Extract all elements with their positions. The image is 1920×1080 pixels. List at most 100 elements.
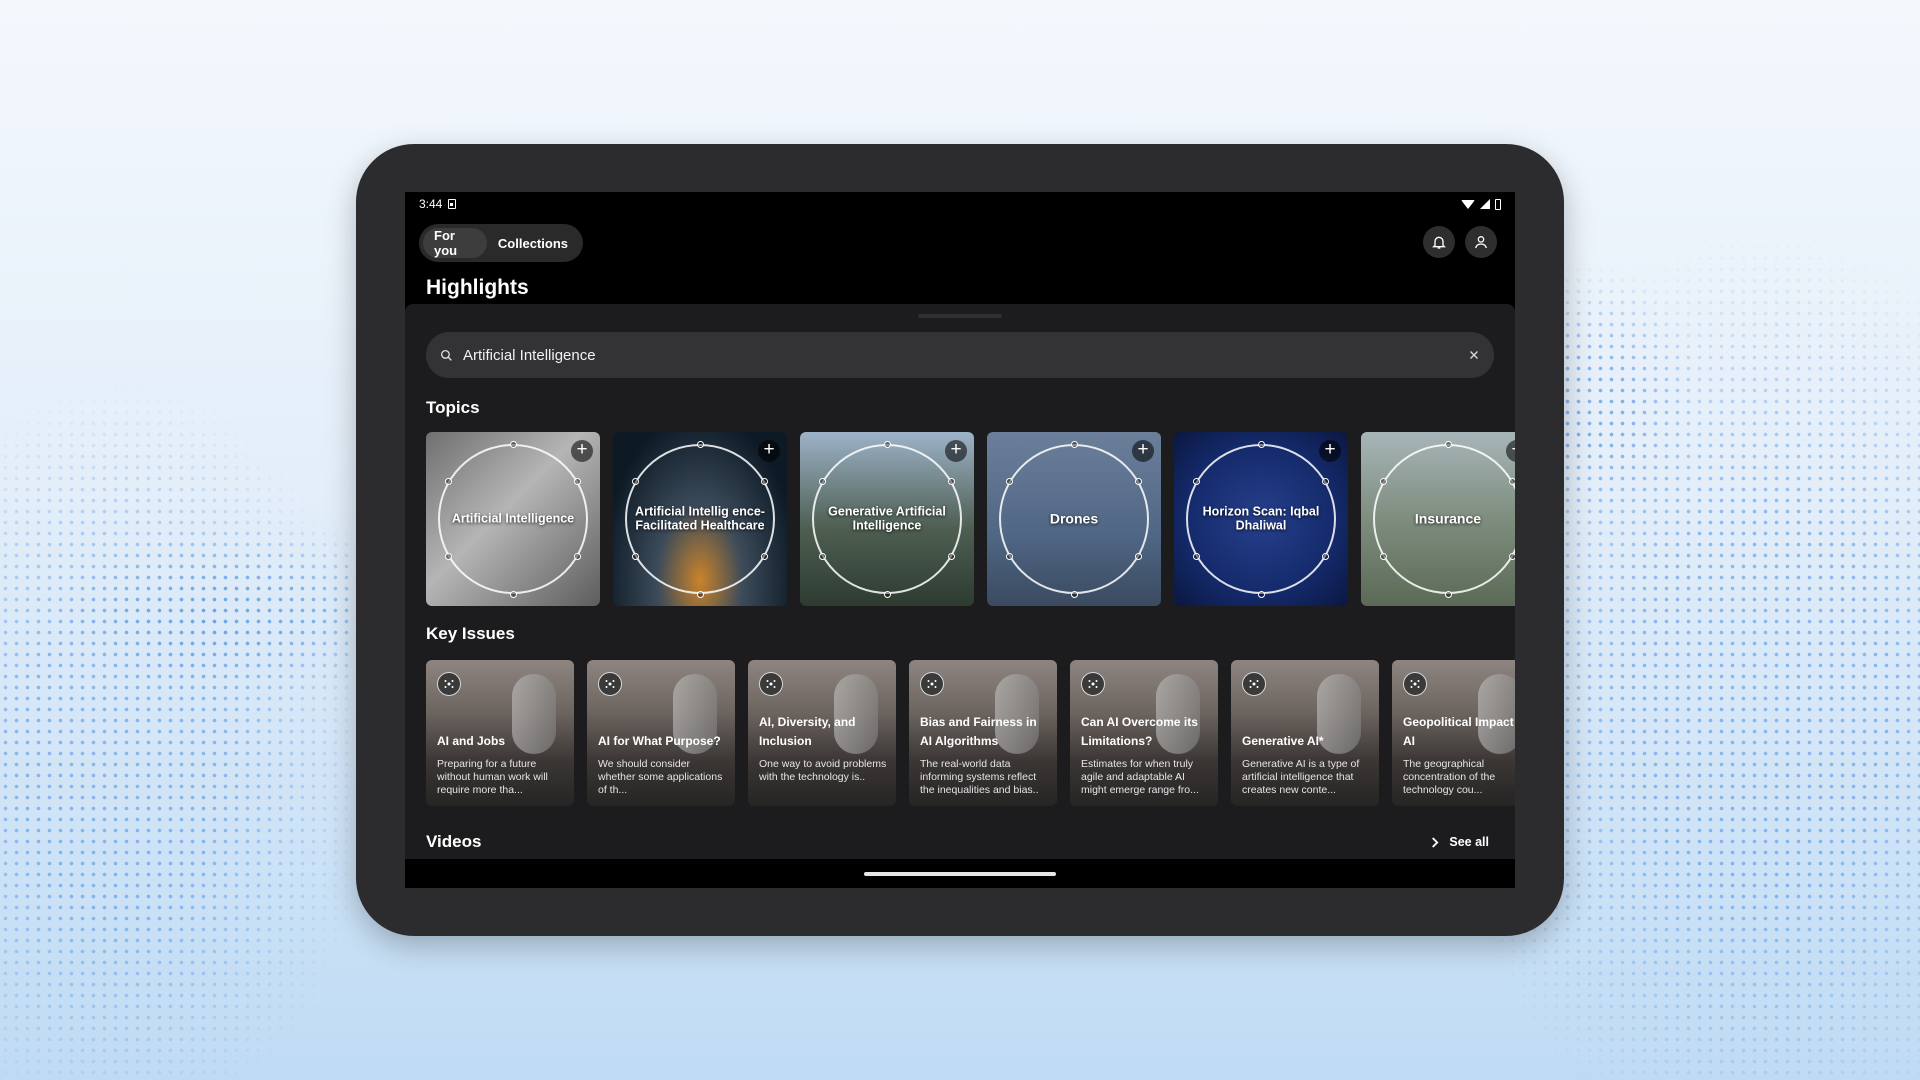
- ring-node: [574, 478, 582, 485]
- bell-icon: [1432, 236, 1446, 249]
- key-issue-card[interactable]: Geopolitical Impact of AI The geographic…: [1392, 660, 1515, 806]
- ring-node: [818, 553, 826, 560]
- ring-node: [696, 440, 704, 448]
- ring-node: [1192, 553, 1200, 560]
- network-icon: [920, 672, 944, 696]
- app-screen: 3:44 For you Collections Highlights Arti…: [405, 192, 1515, 888]
- close-icon[interactable]: [1468, 349, 1480, 361]
- topic-card[interactable]: + Generative Artificial Intelligence: [800, 432, 974, 606]
- key-issue-card[interactable]: Can AI Overcome its Limitations? Estimat…: [1070, 660, 1218, 806]
- battery-icon: [1495, 198, 1501, 210]
- add-topic-icon[interactable]: +: [1132, 440, 1154, 462]
- ring-node: [1322, 553, 1330, 560]
- tab-collections[interactable]: Collections: [487, 228, 579, 258]
- key-issue-title: AI and Jobs: [437, 733, 506, 748]
- ring-node: [1257, 590, 1265, 598]
- key-issue-desc: Estimates for when truly agile and adapt…: [1081, 758, 1199, 797]
- add-topic-icon[interactable]: +: [945, 440, 967, 462]
- network-icon: [1242, 672, 1266, 696]
- key-issue-card[interactable]: AI and Jobs Preparing for a future witho…: [426, 660, 574, 806]
- key-issues-heading: Key Issues: [426, 624, 515, 643]
- page-title: Highlights: [426, 276, 529, 299]
- key-issue-desc: One way to avoid problems with the techn…: [759, 758, 887, 784]
- network-icon: [1081, 672, 1105, 696]
- add-topic-icon[interactable]: +: [758, 440, 780, 462]
- ring-node: [1379, 478, 1387, 485]
- ring-node: [948, 478, 956, 485]
- ring-node: [1322, 478, 1330, 485]
- ring-node: [1379, 553, 1387, 560]
- signal-icon: [1480, 199, 1490, 209]
- key-issue-desc: The geographical concentration of the te…: [1403, 758, 1496, 797]
- topic-card[interactable]: + Insurance: [1361, 432, 1515, 606]
- topic-label: Generative Artificial Intelligence: [828, 504, 946, 532]
- search-input[interactable]: Artificial Intelligence: [426, 332, 1494, 378]
- key-issue-card[interactable]: Generative AI* Generative AI is a type o…: [1231, 660, 1379, 806]
- key-issue-title: AI for What Purpose?: [598, 733, 721, 748]
- topic-label: Horizon Scan: Iqbal Dhaliwal: [1202, 504, 1320, 532]
- add-topic-icon[interactable]: +: [1506, 440, 1515, 462]
- network-icon: [759, 672, 783, 696]
- see-all-label: See all: [1449, 835, 1489, 849]
- notifications-button[interactable]: [1423, 226, 1455, 258]
- status-time: 3:44: [419, 197, 443, 211]
- chevron-right-icon: [1432, 836, 1439, 848]
- network-icon: [1403, 672, 1427, 696]
- network-icon: [598, 672, 622, 696]
- ring-node: [761, 553, 769, 560]
- ring-node: [631, 478, 639, 485]
- topic-card[interactable]: + Artificial Intelligence: [426, 432, 600, 606]
- key-issue-card[interactable]: AI, Diversity, and Inclusion One way to …: [748, 660, 896, 806]
- topic-card[interactable]: + Horizon Scan: Iqbal Dhaliwal: [1174, 432, 1348, 606]
- topics-carousel: + Artificial Intelligence + Artificial I…: [426, 432, 1515, 606]
- ring-node: [1192, 478, 1200, 485]
- ring-node: [818, 478, 826, 485]
- key-issue-title: AI, Diversity, and Inclusion: [759, 714, 856, 748]
- key-issue-desc: Preparing for a future without human wor…: [437, 758, 548, 797]
- user-icon: [1475, 236, 1487, 249]
- ring-node: [1070, 590, 1078, 598]
- tab-for-you[interactable]: For you: [423, 228, 487, 258]
- key-issue-card[interactable]: Bias and Fairness in AI Algorithms The r…: [909, 660, 1057, 806]
- ring-node: [883, 440, 891, 448]
- add-topic-icon[interactable]: +: [571, 440, 593, 462]
- ring-node: [948, 553, 956, 560]
- videos-heading: Videos: [426, 832, 482, 851]
- home-gesture-bar[interactable]: [864, 872, 1056, 876]
- ring-node: [509, 440, 517, 448]
- topic-label: Drones: [1049, 510, 1099, 527]
- key-issue-desc: The real-world data informing systems re…: [920, 758, 1039, 797]
- ring-node: [1070, 440, 1078, 448]
- ring-node: [1005, 553, 1013, 560]
- topic-label: Insurance: [1414, 510, 1482, 527]
- key-issue-desc: We should consider whether some applicat…: [598, 758, 723, 797]
- ring-node: [761, 478, 769, 485]
- topic-card[interactable]: + Artificial Intellig ence-Facilitated H…: [613, 432, 787, 606]
- ring-node: [1444, 440, 1452, 448]
- key-issue-title: Bias and Fairness in AI Algorithms: [920, 714, 1037, 748]
- key-issue-title: Geopolitical Impact of AI: [1403, 714, 1515, 748]
- ring-node: [1509, 478, 1515, 485]
- key-issue-title: Generative AI*: [1242, 733, 1324, 748]
- key-issue-card[interactable]: AI for What Purpose? We should consider …: [587, 660, 735, 806]
- ring-node: [1257, 440, 1265, 448]
- ring-node: [1135, 478, 1143, 485]
- ring-node: [883, 590, 891, 598]
- sim-icon: [448, 199, 457, 209]
- ring-node: [574, 553, 582, 560]
- ring-node: [509, 590, 517, 598]
- ring-node: [696, 590, 704, 598]
- search-icon: [440, 349, 452, 361]
- profile-button[interactable]: [1465, 226, 1497, 258]
- add-topic-icon[interactable]: +: [1319, 440, 1341, 462]
- ring-node: [1509, 553, 1515, 560]
- ring-node: [631, 553, 639, 560]
- topic-card[interactable]: + Drones: [987, 432, 1161, 606]
- key-issue-title: Can AI Overcome its Limitations?: [1081, 714, 1198, 748]
- search-value: Artificial Intelligence: [463, 346, 596, 364]
- search-sheet: Artificial Intelligence Topics + Artific…: [405, 304, 1515, 859]
- drag-handle[interactable]: [918, 314, 1002, 318]
- ring-node: [444, 478, 452, 485]
- ring-node: [1135, 553, 1143, 560]
- see-all-button[interactable]: See all: [1430, 835, 1489, 849]
